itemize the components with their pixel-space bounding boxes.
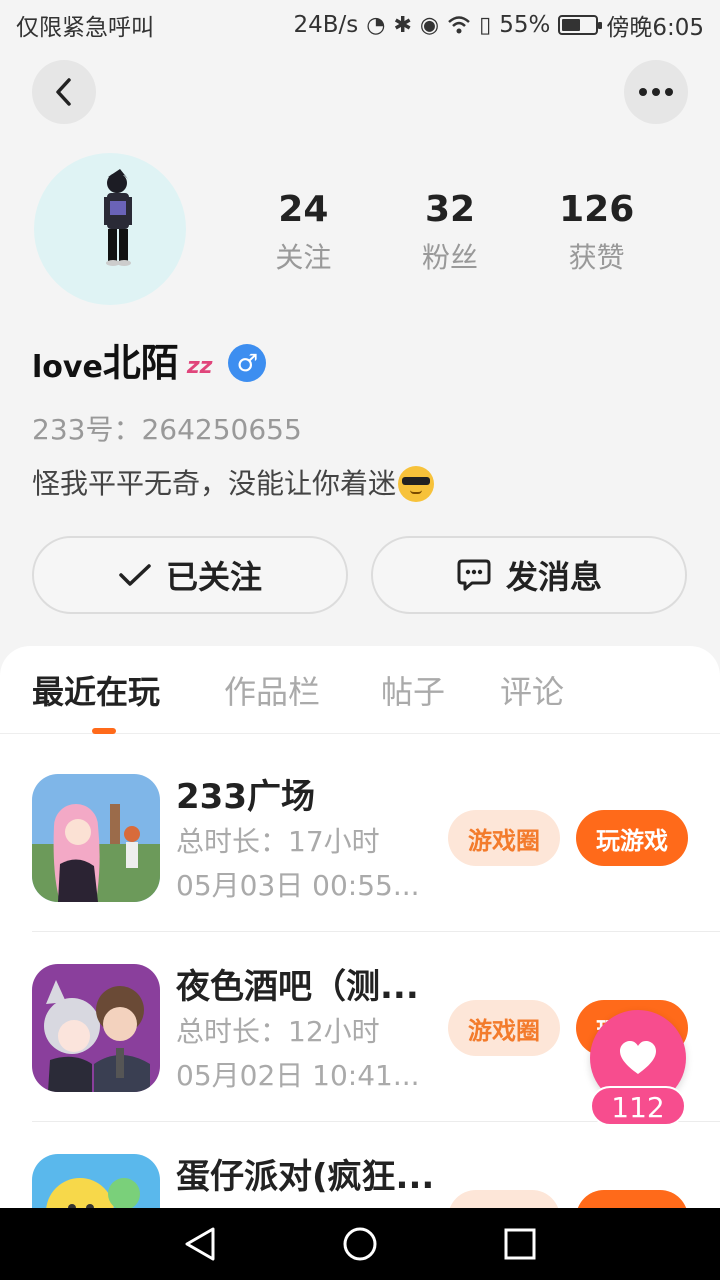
tab-indicator — [92, 728, 116, 734]
user-id: 233号：264250655 — [32, 413, 302, 446]
game-title: 蛋仔派对(疯狂... — [176, 1157, 435, 1197]
more-button[interactable] — [624, 60, 688, 124]
sunglasses-emoji-icon — [398, 466, 435, 502]
message-label: 发消息 — [505, 558, 602, 596]
wifi-icon — [448, 16, 470, 34]
alert-icon: ▯ — [479, 12, 492, 38]
bio-text: 怪我平平无奇，没能让你着迷 — [32, 467, 397, 500]
profile-tabs: 最近在玩 作品栏 帖子 评论 — [0, 646, 720, 734]
home-circle-icon[interactable] — [342, 1226, 378, 1262]
status-bar: 仅限紧急呼叫 24B/s ◔ ✱ ◉ ▯ 55% 傍晚6:05 — [0, 0, 720, 50]
username-row: love 北陌 zz ♂ — [32, 338, 267, 388]
stat-label: 获赞 — [568, 241, 625, 274]
clock: 傍晚6:05 — [606, 15, 704, 41]
status-icons: 24B/s ◔ ✱ ◉ ▯ 55% 傍晚6:05 — [293, 8, 704, 42]
carrier-text: 仅限紧急呼叫 — [16, 15, 154, 41]
bio-row: 怪我平平无奇，没能让你着迷 — [32, 464, 435, 504]
chevron-left-icon — [56, 78, 71, 106]
battery-icon — [558, 15, 603, 35]
game-duration: 总时长：12小时 — [176, 1015, 380, 1048]
stat-value: 126 — [559, 189, 635, 230]
stat-label: 粉丝 — [422, 241, 479, 274]
stat-value: 24 — [278, 189, 329, 230]
chat-bubble-icon — [457, 559, 491, 591]
play-game-button[interactable]: 玩游戏 — [576, 810, 688, 866]
tab-posts[interactable]: 帖子 — [381, 670, 445, 714]
game-title: 233广场 — [176, 777, 315, 817]
following-label: 已关注 — [165, 558, 262, 596]
game-last-played: 05月03日 00:55... — [176, 869, 420, 902]
male-icon: ♂ — [228, 344, 267, 382]
bluetooth-icon: ✱ — [393, 12, 412, 38]
eye-icon: ◉ — [419, 12, 440, 38]
game-icon — [32, 1154, 160, 1208]
game-circle-button[interactable]: 游戏圈 — [448, 1000, 560, 1056]
game-icon — [32, 964, 160, 1092]
like-count: 112 — [590, 1086, 686, 1126]
more-icon — [639, 88, 673, 96]
username: 北陌 — [102, 341, 179, 385]
game-duration: 总时长：17小时 — [176, 825, 380, 858]
tab-comments[interactable]: 评论 — [500, 670, 564, 714]
game-last-played: 05月02日 10:41... — [176, 1059, 420, 1092]
sleep-icon: zz — [186, 354, 213, 379]
tab-works[interactable]: 作品栏 — [224, 670, 320, 714]
game-title: 夜色酒吧（测... — [176, 967, 419, 1007]
system-nav-bar — [0, 1208, 720, 1280]
username-prefix: love — [32, 350, 103, 385]
heart-icon — [620, 1041, 656, 1074]
stat-value: 32 — [424, 189, 476, 230]
game-circle-button[interactable] — [448, 1190, 560, 1208]
profile-stats: 24 关注 32 粉丝 126 获赞 — [230, 186, 670, 276]
game-icon — [32, 774, 160, 902]
following-button[interactable]: 已关注 — [32, 536, 348, 614]
message-button[interactable]: 发消息 — [371, 536, 687, 614]
battery-percent: 55% — [499, 12, 551, 38]
recents-square-icon[interactable] — [503, 1227, 537, 1261]
back-triangle-icon[interactable] — [183, 1226, 217, 1262]
back-button[interactable] — [32, 60, 96, 124]
data-icon: ◔ — [366, 12, 386, 38]
avatar[interactable] — [34, 153, 186, 305]
game-circle-button[interactable]: 游戏圈 — [448, 810, 560, 866]
stat-likes[interactable]: 126 获赞 — [523, 186, 670, 276]
stat-label: 关注 — [275, 241, 332, 274]
check-icon — [119, 564, 151, 586]
stat-followers[interactable]: 32 粉丝 — [377, 186, 524, 276]
tab-recent[interactable]: 最近在玩 — [32, 670, 160, 714]
stat-following[interactable]: 24 关注 — [230, 186, 377, 276]
game-item[interactable]: 233广场 总时长：17小时 05月03日 00:55... 游戏圈 玩游戏 — [32, 742, 720, 932]
network-speed: 24B/s — [293, 12, 359, 38]
game-item[interactable]: 蛋仔派对(疯狂... — [32, 1122, 720, 1208]
avatar-figure — [104, 169, 132, 266]
play-game-button[interactable] — [576, 1190, 688, 1208]
